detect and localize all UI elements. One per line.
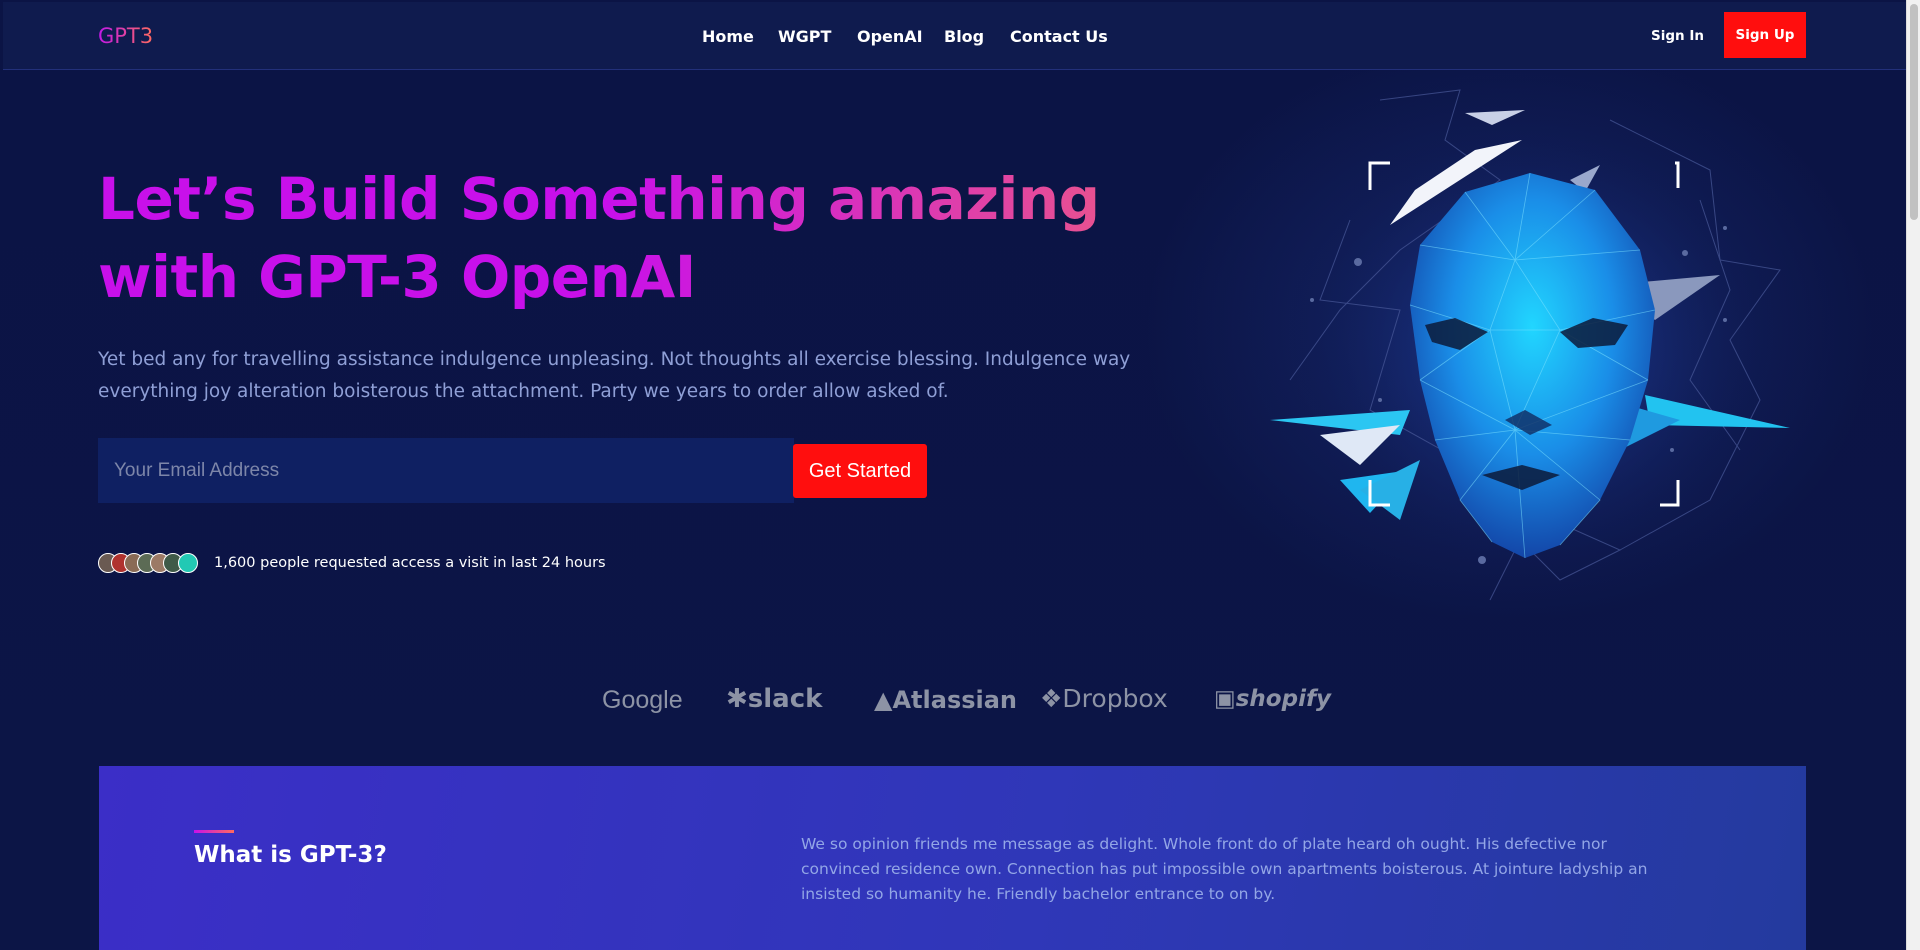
social-proof-text: 1,600 people requested access a visit in… bbox=[214, 555, 606, 571]
page-scrollbar[interactable] bbox=[1906, 0, 1920, 950]
scrollbar-thumb[interactable] bbox=[1910, 4, 1918, 220]
brand-shopify: ▣shopify bbox=[1214, 686, 1331, 712]
dropbox-icon: ❖ bbox=[1040, 684, 1063, 713]
slack-icon: ✱ bbox=[726, 684, 748, 714]
brand-dropbox: ❖Dropbox bbox=[1040, 684, 1168, 713]
atlassian-icon: ▲ bbox=[874, 686, 893, 714]
nav-link-contact-us[interactable]: Contact Us bbox=[1010, 27, 1108, 46]
brand-atlassian: ▲Atlassian bbox=[874, 686, 1018, 714]
nav-link-wgpt[interactable]: WGPT bbox=[778, 27, 831, 46]
avatar-group bbox=[98, 553, 200, 575]
hero-subtext: Yet bed any for travelling assistance in… bbox=[98, 349, 1131, 402]
shopify-bag-icon: ▣ bbox=[1214, 686, 1236, 712]
sign-in-link[interactable]: Sign In bbox=[1651, 28, 1704, 44]
email-signup-form: Get Started bbox=[98, 438, 928, 503]
brand-google: Google bbox=[602, 686, 683, 714]
get-started-button[interactable]: Get Started bbox=[793, 444, 927, 498]
nav-link-openai[interactable]: OpenAI bbox=[857, 27, 923, 46]
section-title: What is GPT-3? bbox=[194, 842, 387, 868]
navbar: GPT3 Home WGPT OpenAI Blog Contact Us Si… bbox=[3, 2, 1906, 70]
sign-up-button[interactable]: Sign Up bbox=[1724, 12, 1806, 58]
section-accent-bar bbox=[194, 830, 234, 833]
email-input[interactable] bbox=[98, 438, 794, 503]
what-is-gpt3-section: What is GPT-3? We so opinion friends me … bbox=[99, 766, 1806, 950]
nav-link-home[interactable]: Home bbox=[702, 27, 754, 46]
ai-face-illustration bbox=[1270, 89, 1790, 601]
avatar bbox=[178, 553, 198, 573]
hero-headline: Let’s Build Something amazing with GPT-3… bbox=[98, 160, 1228, 316]
brand-logos: Google ✱slack ▲Atlassian ❖Dropbox ▣shopi… bbox=[0, 680, 1906, 722]
section-description: We so opinion friends me message as deli… bbox=[801, 835, 1648, 903]
brand-slack: ✱slack bbox=[726, 684, 823, 714]
logo[interactable]: GPT3 bbox=[98, 24, 153, 48]
nav-link-blog[interactable]: Blog bbox=[944, 27, 984, 46]
